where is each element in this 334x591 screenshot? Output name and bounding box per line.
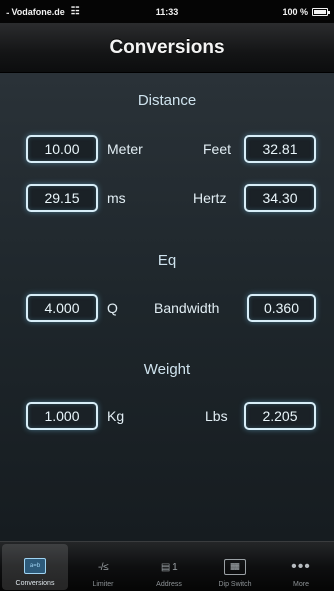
tab-address-label: Address — [156, 581, 182, 588]
bandwidth-label: Bandwidth — [154, 300, 220, 316]
hertz-label: Hertz — [193, 190, 227, 206]
meter-label: Meter — [107, 141, 143, 157]
feet-field[interactable]: 32.81 — [244, 135, 316, 163]
kg-field[interactable]: 1.000 — [26, 402, 98, 430]
distance-row-ms-hertz: 29.15 ms Hertz 34.30 — [0, 184, 334, 214]
tab-limiter-label: Limiter — [92, 581, 114, 588]
tab-more-label: More — [293, 581, 309, 588]
address-icon: ▤ 1 — [160, 561, 178, 573]
eq-section-title: Eq — [157, 252, 177, 269]
distance-row-meter-feet: 10.00 Meter Feet 32.81 — [0, 135, 334, 165]
meter-field[interactable]: 10.00 — [26, 135, 98, 163]
tab-limiter[interactable]: -/≤ Limiter — [70, 542, 136, 591]
signal-strength-icon: .. — [6, 7, 10, 16]
page-title: Conversions — [109, 36, 225, 58]
bandwidth-field[interactable]: 0.360 — [247, 294, 316, 322]
tab-more[interactable]: ••• More — [268, 542, 334, 591]
battery-percent: 100 % — [282, 6, 308, 17]
tab-conversions[interactable]: a=b Conversions — [2, 544, 68, 590]
tab-dip-switch[interactable]: ▓▓ Dip Switch — [202, 542, 268, 591]
conversions-content: Distance 10.00 Meter Feet 32.81 29.15 ms… — [0, 73, 334, 541]
lbs-field[interactable]: 2.205 — [244, 402, 316, 430]
tab-dip-switch-label: Dip Switch — [218, 581, 252, 588]
carrier-group: .. Vodafone.de ☷ — [6, 6, 80, 17]
ms-field[interactable]: 29.15 — [26, 184, 98, 212]
navigation-bar: Conversions — [0, 23, 334, 73]
battery-group: 100 % — [282, 6, 330, 17]
kg-label: Kg — [107, 408, 125, 424]
status-bar: .. Vodafone.de ☷ 11:33 100 % — [0, 0, 334, 23]
conversions-icon: a=b — [24, 558, 46, 574]
distance-section-title: Distance — [137, 92, 197, 109]
lbs-label: Lbs — [205, 408, 228, 424]
tab-conversions-label: Conversions — [15, 580, 55, 587]
limiter-icon: -/≤ — [97, 561, 109, 573]
wifi-icon: ☷ — [70, 6, 80, 17]
q-label: Q — [107, 300, 118, 316]
tab-bar: a=b Conversions -/≤ Limiter ▤ 1 Address … — [0, 541, 334, 591]
battery-icon — [312, 7, 330, 16]
tab-address[interactable]: ▤ 1 Address — [136, 542, 202, 591]
weight-row: 1.000 Kg Lbs 2.205 — [0, 402, 334, 432]
weight-section-title: Weight — [143, 361, 191, 378]
feet-label: Feet — [203, 141, 232, 157]
more-icon: ••• — [291, 558, 311, 575]
eq-row: 4.000 Q Bandwidth 0.360 — [0, 294, 334, 324]
q-field[interactable]: 4.000 — [26, 294, 98, 322]
dip-switch-icon: ▓▓ — [224, 559, 246, 575]
ms-label: ms — [107, 190, 126, 206]
carrier-name: Vodafone.de — [11, 6, 65, 17]
hertz-field[interactable]: 34.30 — [244, 184, 316, 212]
